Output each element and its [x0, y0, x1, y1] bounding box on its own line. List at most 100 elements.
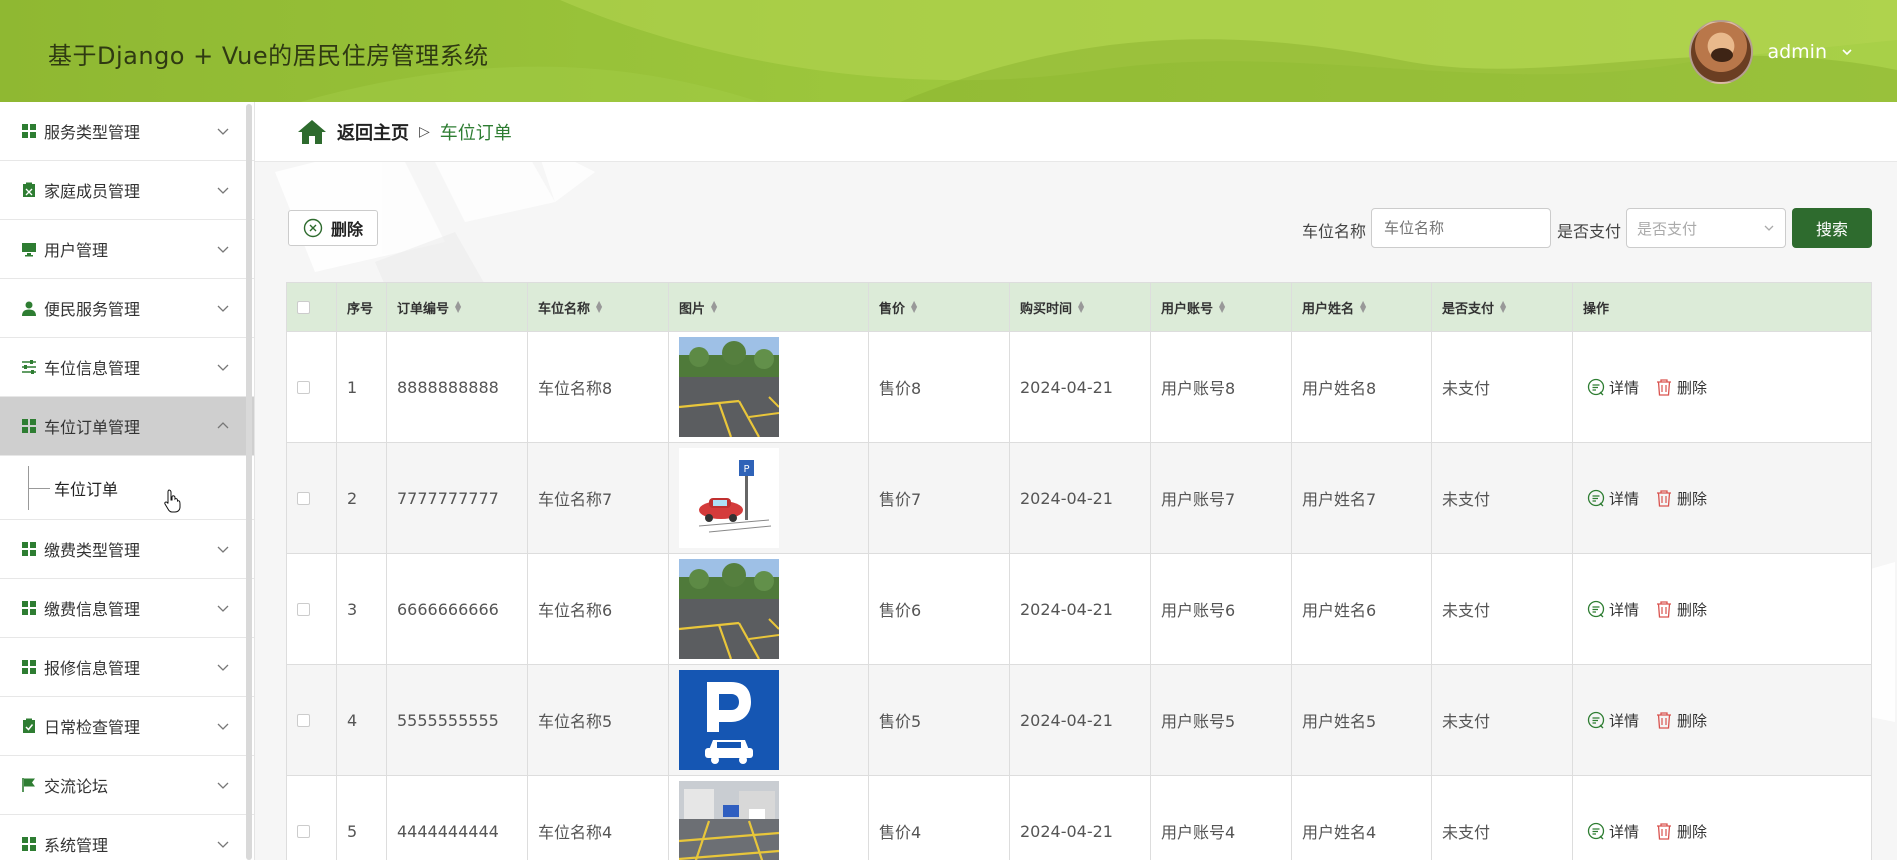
chevron-down-icon[interactable]	[1841, 46, 1853, 58]
sidebar-item[interactable]: 报修信息管理	[0, 638, 254, 697]
table-cell: 5	[337, 776, 387, 860]
column-header[interactable]: 用户姓名 ▲ ▼	[1292, 283, 1432, 331]
actions-cell: 详情 删除	[1573, 554, 1873, 664]
sidebar: 服务类型管理 家庭成员管理 用户管理 便民服务管理 车位信息管理 车位订单管理 车位订单 缴费…	[0, 102, 255, 860]
sidebar-item[interactable]: 缴费类型管理	[0, 520, 254, 579]
grid-icon	[20, 658, 38, 676]
table-cell: 用户账号8	[1151, 332, 1292, 442]
chevron-up-icon	[217, 422, 229, 429]
sidebar-item[interactable]: 交流论坛	[0, 756, 254, 815]
parking-name-input[interactable]	[1371, 208, 1551, 248]
row-checkbox[interactable]	[297, 380, 310, 394]
row-checkbox[interactable]	[297, 713, 310, 727]
cell-text: 5	[347, 821, 358, 841]
cell-text: 车位名称6	[538, 601, 613, 620]
paid-status-select[interactable]: 是否支付	[1626, 208, 1786, 248]
table-cell: 2024-04-21	[1010, 665, 1151, 775]
sidebar-item[interactable]: 用户管理	[0, 220, 254, 279]
row-delete-button[interactable]: 删除	[1655, 377, 1707, 398]
row-delete-label: 删除	[1677, 600, 1708, 619]
row-checkbox[interactable]	[297, 824, 310, 838]
home-icon[interactable]	[297, 119, 327, 145]
table-cell: 未支付	[1432, 332, 1573, 442]
column-header[interactable]: 订单编号 ▲ ▼	[387, 283, 528, 331]
detail-button[interactable]: 详情	[1587, 377, 1639, 398]
sidebar-item-label: 便民服务管理	[44, 300, 141, 319]
table-cell: 用户姓名6	[1292, 554, 1432, 664]
user-menu[interactable]: admin	[1689, 20, 1853, 84]
table-cell: 售价6	[869, 554, 1010, 664]
sidebar-item[interactable]: 缴费信息管理	[0, 579, 254, 638]
sort-icon[interactable]: ▲ ▼	[455, 300, 461, 314]
sort-icon[interactable]: ▲ ▼	[1219, 300, 1225, 314]
cell-text: 8888888888	[397, 377, 499, 397]
table-cell: 4444444444	[387, 776, 528, 860]
cell-text: 3	[347, 599, 358, 619]
chevron-down-icon	[217, 128, 229, 135]
row-delete-button[interactable]: 删除	[1655, 821, 1707, 842]
table-cell: 未支付	[1432, 443, 1573, 553]
column-header[interactable]: 车位名称 ▲ ▼	[528, 283, 669, 331]
column-header[interactable]: 购买时间 ▲ ▼	[1010, 283, 1151, 331]
row-delete-button[interactable]: 删除	[1655, 488, 1707, 509]
sort-icon[interactable]: ▲ ▼	[711, 300, 717, 314]
table-cell: 用户姓名7	[1292, 443, 1432, 553]
car-parking-illustration: P	[679, 448, 779, 548]
row-checkbox[interactable]	[297, 602, 310, 616]
column-header[interactable]: 是否支付 ▲ ▼	[1432, 283, 1573, 331]
column-header[interactable]: 用户账号 ▲ ▼	[1151, 283, 1292, 331]
sidebar-scrollbar[interactable]	[246, 104, 252, 860]
sidebar-item[interactable]: 车位信息管理	[0, 338, 254, 397]
row-checkbox[interactable]	[297, 491, 310, 505]
sort-icon[interactable]: ▲ ▼	[596, 300, 602, 314]
cell-text: 4	[347, 710, 358, 730]
sidebar-item[interactable]: 系统管理	[0, 815, 254, 860]
sort-icon[interactable]: ▲ ▼	[911, 300, 917, 314]
breadcrumb-home-link[interactable]: 返回主页	[337, 119, 409, 145]
sort-icon[interactable]: ▲ ▼	[1078, 300, 1084, 314]
image-cell	[669, 665, 869, 775]
cell-text: 未支付	[1442, 601, 1491, 620]
sidebar-item[interactable]: 车位订单管理	[0, 397, 254, 456]
monitor-icon	[20, 240, 38, 258]
row-delete-button[interactable]: 删除	[1655, 599, 1707, 620]
avatar[interactable]	[1689, 20, 1754, 84]
sort-icon[interactable]: ▲ ▼	[1500, 300, 1506, 314]
grid-icon	[20, 540, 38, 558]
column-header[interactable]: 图片 ▲ ▼	[669, 283, 869, 331]
detail-button[interactable]: 详情	[1587, 821, 1639, 842]
cell-text: 车位名称7	[538, 490, 613, 509]
cell-text: 用户账号4	[1161, 823, 1236, 842]
sidebar-item[interactable]: 日常检查管理	[0, 697, 254, 756]
select-all-checkbox[interactable]	[297, 300, 310, 314]
cell-text: 4444444444	[397, 821, 499, 841]
detail-button[interactable]: 详情	[1587, 599, 1639, 620]
row-delete-button[interactable]: 删除	[1655, 710, 1707, 731]
parking-street-photo	[679, 781, 779, 860]
user-name[interactable]: admin	[1767, 41, 1827, 63]
chevron-down-icon	[217, 546, 229, 553]
detail-label: 详情	[1609, 378, 1640, 397]
bulk-delete-button[interactable]: 删除	[288, 210, 378, 246]
sidebar-item-label: 系统管理	[44, 836, 109, 855]
column-header-label: 序号	[347, 301, 374, 317]
detail-button[interactable]: 详情	[1587, 488, 1639, 509]
chevron-down-icon	[1764, 225, 1774, 231]
sort-icon[interactable]: ▲ ▼	[1360, 300, 1366, 314]
row-checkbox-cell	[287, 665, 337, 775]
sidebar-item[interactable]: 服务类型管理	[0, 102, 254, 161]
sidebar-item[interactable]: 便民服务管理	[0, 279, 254, 338]
sidebar-item[interactable]: 家庭成员管理	[0, 161, 254, 220]
search-button[interactable]: 搜索	[1792, 208, 1872, 248]
sidebar-item-label: 服务类型管理	[44, 123, 141, 142]
column-header[interactable]: 售价 ▲ ▼	[869, 283, 1010, 331]
detail-button[interactable]: 详情	[1587, 710, 1639, 731]
user-icon	[20, 299, 38, 317]
table-cell: 7777777777	[387, 443, 528, 553]
table-cell: 用户账号5	[1151, 665, 1292, 775]
cell-text: 售价6	[879, 601, 922, 620]
table-cell: 5555555555	[387, 665, 528, 775]
sidebar-item-label: 用户管理	[44, 241, 109, 260]
sidebar-subitem-parking-orders[interactable]: 车位订单	[0, 456, 254, 520]
chevron-down-icon	[217, 782, 229, 789]
